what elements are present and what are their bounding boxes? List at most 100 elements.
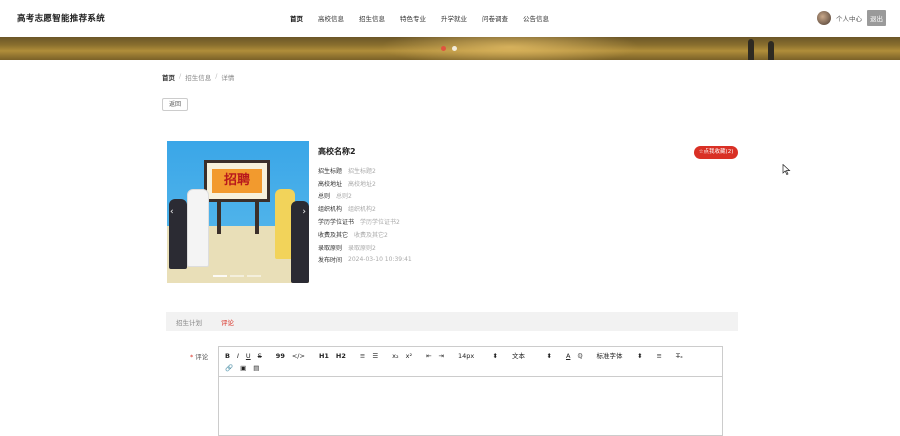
sign-post <box>217 202 221 234</box>
editor-toolbar: B I U S 99 </> H1 H2 ≡ ☰ x₂ x² ⇤ ⇥ 14px … <box>219 347 722 377</box>
mouse-cursor-icon <box>782 164 791 175</box>
field-value: 总则2 <box>336 193 352 201</box>
field-value: 组织机构2 <box>348 206 376 214</box>
top-navbar: 高考志愿智能推荐系统 首页 高校信息 招生信息 特色专业 升学就业 问卷调查 公… <box>0 0 900 37</box>
heading1-button[interactable]: H1 <box>319 352 329 361</box>
user-center-link[interactable]: 个人中心 <box>836 13 862 23</box>
logout-button[interactable]: 退出 <box>867 10 886 26</box>
clear-format-button[interactable]: T̶ₓ <box>676 352 683 361</box>
required-mark: * <box>190 353 194 361</box>
field-label: 招生标题 <box>318 167 343 175</box>
field-label: 录取原则 <box>318 244 343 252</box>
field-row: 总则 总则2 <box>318 190 412 203</box>
underline-button[interactable]: U <box>246 352 251 361</box>
font-color-button[interactable]: A <box>566 352 570 361</box>
back-button[interactable]: 返回 <box>162 98 188 111</box>
nav-item-admissions[interactable]: 招生信息 <box>359 13 385 23</box>
tab-admission-plan[interactable]: 招生计划 <box>176 317 202 327</box>
link-icon[interactable]: 🔗 <box>225 364 233 373</box>
background-color-button[interactable]: ℚ <box>577 352 582 361</box>
image-icon[interactable]: ▣ <box>240 364 246 373</box>
bold-button[interactable]: B <box>225 352 230 361</box>
comment-editor: B I U S 99 </> H1 H2 ≡ ☰ x₂ x² ⇤ ⇥ 14px … <box>218 346 723 436</box>
field-value: 学历学位证书2 <box>360 219 400 227</box>
nav-item-universities[interactable]: 高校信息 <box>318 13 344 23</box>
code-block-button[interactable]: </> <box>292 352 305 361</box>
carousel-indicator[interactable] <box>247 275 261 277</box>
carousel-indicator[interactable] <box>230 275 244 277</box>
user-area: 个人中心 退出 <box>817 10 886 26</box>
recruitment-sign: 招聘 <box>204 160 270 202</box>
nav-item-featured-majors[interactable]: 特色专业 <box>400 13 426 23</box>
toolbar-row: B I U S 99 </> H1 H2 ≡ ☰ x₂ x² ⇤ ⇥ 14px … <box>225 352 690 361</box>
school-name: 高校名称2 <box>318 147 356 156</box>
toolbar-row: 🔗 ▣ ▤ <box>225 364 266 373</box>
banner-figure <box>748 39 754 60</box>
sign-post <box>255 202 259 234</box>
field-label: 组织机构 <box>318 206 343 214</box>
field-label: 总则 <box>318 193 331 201</box>
carousel-next-icon[interactable]: › <box>302 207 306 217</box>
chevron-updown-icon: ⬍ <box>546 352 552 360</box>
strikethrough-button[interactable]: S <box>258 352 262 361</box>
ordered-list-button[interactable]: ≡ <box>360 352 365 361</box>
tab-comments[interactable]: 评论 <box>221 317 234 327</box>
field-row: 收费及其它 收费及其它2 <box>318 228 412 241</box>
breadcrumb-section[interactable]: 招生信息 <box>185 72 211 82</box>
field-label: 学历学位证书 <box>318 219 355 227</box>
field-label: 发布时间 <box>318 257 343 265</box>
nav-item-employment[interactable]: 升学就业 <box>441 13 467 23</box>
banner-glow <box>380 37 640 60</box>
breadcrumb: 首页 / 招生信息 / 详情 <box>162 72 238 82</box>
main-nav: 首页 高校信息 招生信息 特色专业 升学就业 问卷调查 公告信息 <box>290 13 564 23</box>
site-title[interactable]: 高考志愿智能推荐系统 <box>17 12 105 24</box>
font-family-select[interactable]: 标准字体 ⬍ <box>597 352 643 361</box>
chevron-updown-icon: ⬍ <box>637 352 643 360</box>
breadcrumb-home[interactable]: 首页 <box>162 72 175 82</box>
illustration-person <box>291 201 309 283</box>
heading-select[interactable]: 文本 ⬍ <box>512 352 552 361</box>
superscript-button[interactable]: x² <box>406 352 412 361</box>
banner-carousel <box>0 37 900 60</box>
field-label: 收费及其它 <box>318 231 349 239</box>
indent-button[interactable]: ⇥ <box>439 352 444 361</box>
breadcrumb-separator: / <box>215 72 218 80</box>
heading2-button[interactable]: H2 <box>336 352 346 361</box>
field-value: 高校地址2 <box>348 180 376 188</box>
video-icon[interactable]: ▤ <box>253 364 259 373</box>
font-size-select[interactable]: 14px ⬍ <box>458 352 498 361</box>
font-size-value: 14px <box>457 352 475 360</box>
banner-indicator-dot[interactable] <box>452 46 457 51</box>
align-button[interactable]: ≡ <box>657 352 662 361</box>
avatar[interactable] <box>817 11 831 25</box>
banner-indicator-dot[interactable] <box>441 46 446 51</box>
chevron-updown-icon: ⬍ <box>492 352 498 360</box>
nav-item-survey[interactable]: 问卷调查 <box>482 13 508 23</box>
carousel-prev-icon[interactable]: ‹ <box>170 207 174 217</box>
carousel-indicator[interactable] <box>213 275 227 277</box>
breadcrumb-current: 详情 <box>221 74 235 82</box>
detail-tabs: 招生计划 评论 <box>166 312 738 331</box>
illustration-person <box>187 189 209 267</box>
field-row: 学历学位证书 学历学位证书2 <box>318 215 412 228</box>
blockquote-button[interactable]: 99 <box>276 352 285 361</box>
bullet-list-button[interactable]: ☰ <box>372 352 378 361</box>
breadcrumb-separator: / <box>179 72 182 80</box>
field-row: 录取原则 录取原则2 <box>318 241 412 254</box>
field-row: 组织机构 组织机构2 <box>318 202 412 215</box>
detail-info: 高校名称2 招生标题 招生标题2 高校地址 高校地址2 总则 总则2 组织机构 … <box>318 146 412 266</box>
banner-figure <box>768 41 774 60</box>
comment-label: * 评论 <box>190 351 208 361</box>
collect-button[interactable]: ☆点我收藏(2) <box>694 146 738 159</box>
nav-item-announcements[interactable]: 公告信息 <box>523 13 549 23</box>
field-value: 录取原则2 <box>348 244 376 252</box>
detail-image-carousel[interactable]: 招聘 ‹ › <box>167 141 309 283</box>
recruitment-sign-text: 招聘 <box>212 169 262 193</box>
outdent-button[interactable]: ⇤ <box>426 352 431 361</box>
field-row: 高校地址 高校地址2 <box>318 177 412 190</box>
italic-button[interactable]: I <box>237 352 239 361</box>
editor-content-area[interactable] <box>219 378 722 435</box>
heading-value: 文本 <box>511 352 525 360</box>
subscript-button[interactable]: x₂ <box>392 352 398 361</box>
nav-item-home[interactable]: 首页 <box>290 13 303 23</box>
